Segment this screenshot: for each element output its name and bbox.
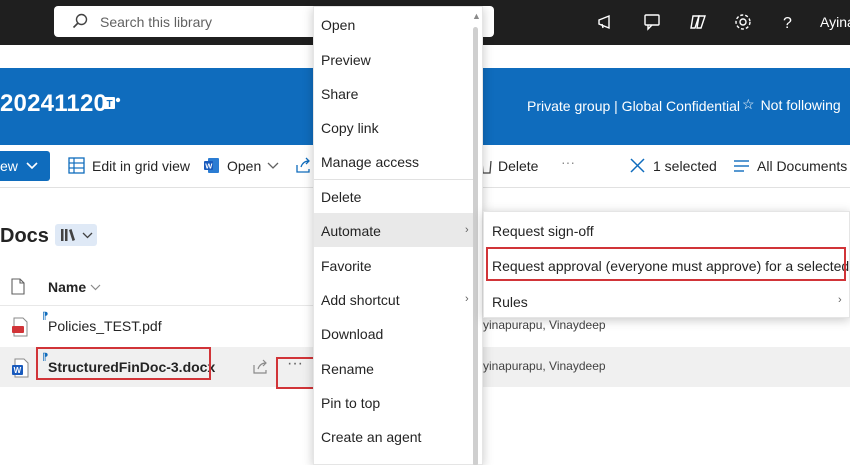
- chevron-down-icon: [26, 162, 38, 170]
- highlight-box: [486, 247, 846, 281]
- highlight-box: [36, 347, 211, 380]
- chevron-down-icon[interactable]: [267, 162, 279, 170]
- library-view-button[interactable]: [55, 224, 97, 246]
- menu-item-copy-link[interactable]: Copy link: [314, 110, 474, 144]
- site-title[interactable]: 20241120: [0, 90, 107, 118]
- menu-item-create-agent[interactable]: Create an agent: [314, 419, 474, 453]
- menu-item-preview[interactable]: Preview: [314, 42, 474, 76]
- megaphone-icon[interactable]: [596, 12, 616, 32]
- feedback-icon[interactable]: [642, 12, 662, 32]
- chevron-right-icon: ›: [838, 294, 842, 306]
- menu-item-manage-access[interactable]: Manage access: [314, 144, 474, 178]
- pdf-icon: [12, 317, 28, 337]
- svg-text:?: ?: [783, 15, 792, 32]
- menu-item-favorite[interactable]: Favorite: [314, 248, 474, 282]
- search-icon: [72, 13, 88, 29]
- menu-item-rename[interactable]: Rename: [314, 351, 474, 385]
- grid-view-icon: [68, 157, 85, 174]
- library-title: Docs: [0, 225, 49, 247]
- chevron-down-icon[interactable]: [90, 284, 101, 291]
- list-view-icon: [734, 160, 749, 172]
- word-icon: W: [204, 158, 219, 173]
- svg-text:W: W: [14, 366, 22, 375]
- word-icon: W: [12, 358, 29, 378]
- menu-scrollbar[interactable]: [473, 27, 478, 465]
- chevron-down-icon: [82, 232, 93, 239]
- user-name[interactable]: Ayina: [820, 14, 850, 30]
- menu-item-open[interactable]: Open: [314, 7, 474, 41]
- file-type-icon[interactable]: [11, 278, 25, 295]
- menu-item-pin-to-top[interactable]: Pin to top: [314, 385, 474, 419]
- search-placeholder: Search this library: [100, 14, 213, 30]
- open-button[interactable]: Open: [227, 158, 261, 174]
- share-icon[interactable]: [253, 359, 269, 374]
- menu-item-delete[interactable]: Delete: [314, 179, 474, 213]
- new-label: ew: [0, 158, 18, 174]
- follow-button[interactable]: ☆ Not following: [742, 96, 841, 113]
- view-selector[interactable]: All Documents: [757, 158, 847, 174]
- modified-by: yinapurapu, Vinaydeep: [483, 318, 606, 332]
- chevron-right-icon: ›: [465, 293, 469, 305]
- help-icon[interactable]: ?: [778, 12, 798, 32]
- modified-by: yinapurapu, Vinaydeep: [483, 359, 606, 373]
- column-header: Name: [0, 266, 320, 306]
- close-icon[interactable]: [629, 157, 646, 174]
- star-icon: ☆: [742, 96, 755, 112]
- svg-text:T: T: [107, 99, 113, 110]
- submenu-item-request-sign-off[interactable]: Request sign-off: [484, 212, 849, 247]
- svg-text:W: W: [205, 162, 213, 171]
- selection-count: 1 selected: [653, 158, 717, 174]
- site-classification: Private group | Global Confidential: [527, 98, 740, 114]
- submenu-item-rules[interactable]: Rules ›: [484, 283, 849, 317]
- share-icon[interactable]: [295, 157, 312, 174]
- context-menu: Open Preview Share Copy link Manage acce…: [313, 6, 483, 465]
- teams-icon[interactable]: T: [103, 94, 121, 112]
- edit-grid-button[interactable]: Edit in grid view: [92, 158, 190, 174]
- scroll-up-icon[interactable]: ▲: [472, 11, 481, 21]
- follow-label: Not following: [760, 96, 841, 113]
- menu-item-add-shortcut[interactable]: Add shortcut ›: [314, 282, 474, 316]
- delete-button[interactable]: Delete: [498, 158, 538, 174]
- gear-icon[interactable]: [733, 12, 753, 32]
- copilot-icon[interactable]: [688, 12, 708, 32]
- more-commands-button[interactable]: ···: [561, 154, 575, 170]
- column-name[interactable]: Name: [48, 279, 86, 295]
- menu-item-automate[interactable]: Automate ›: [314, 213, 474, 247]
- menu-item-share[interactable]: Share: [314, 76, 474, 110]
- menu-item-download[interactable]: Download: [314, 316, 474, 350]
- file-name[interactable]: Policies_TEST.pdf: [48, 318, 162, 334]
- library-icon: [61, 229, 75, 241]
- new-button[interactable]: ew: [0, 151, 50, 181]
- highlight-box: [276, 357, 315, 389]
- chevron-right-icon: ›: [465, 224, 469, 236]
